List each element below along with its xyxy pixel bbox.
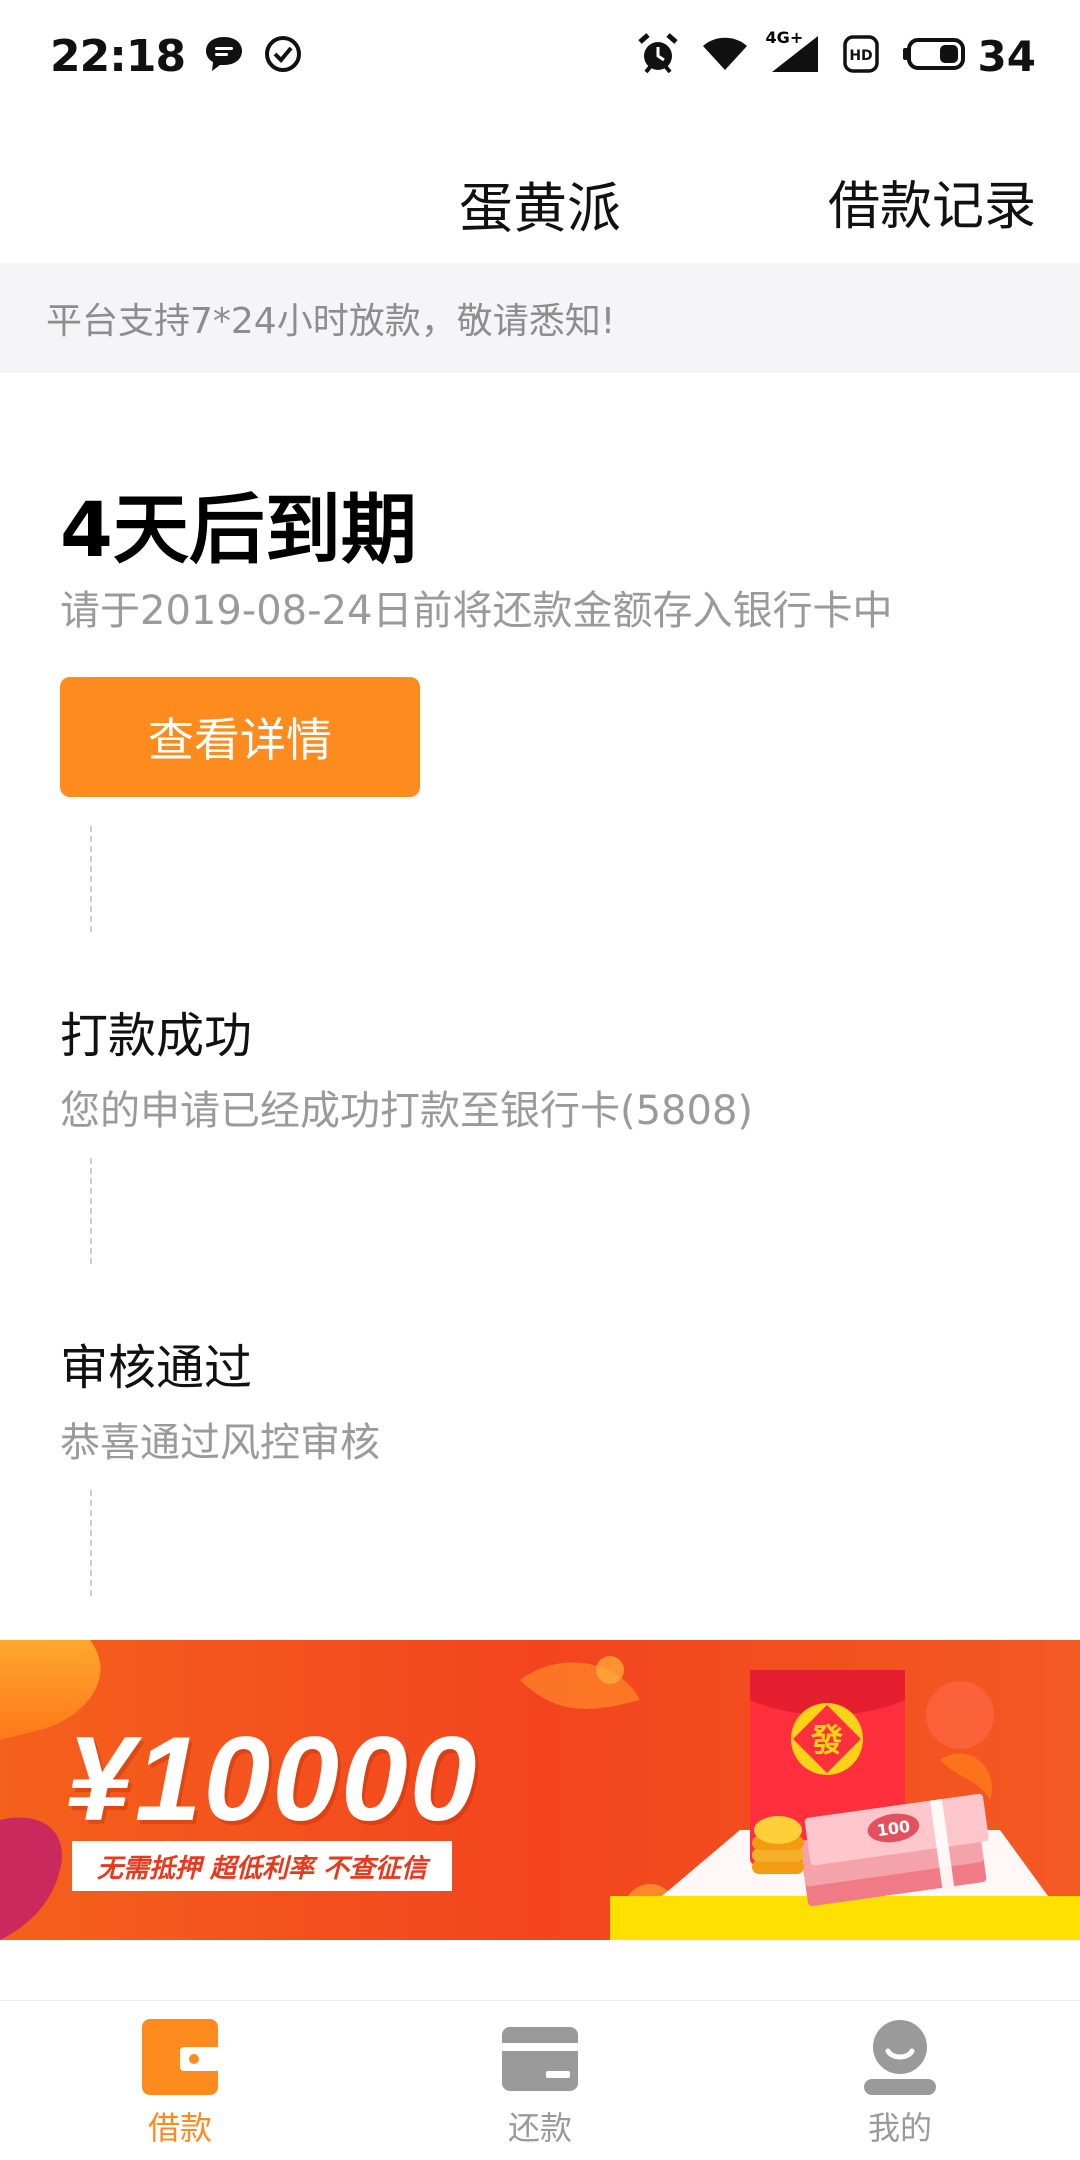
banner-amount: ¥10000 (66, 1712, 479, 1846)
status-left: 22:18 (50, 31, 303, 82)
nav-item-repay[interactable]: 还款 (360, 2001, 720, 2160)
card-icon (500, 2017, 580, 2097)
user-icon (860, 2017, 940, 2097)
hd-icon: HD (842, 34, 880, 78)
status-bar: 22:18 4G+ HD 34 (0, 0, 1080, 112)
coin-stack-icon (752, 1816, 804, 1874)
promo-banner[interactable]: 發 100 ¥10000 无需抵押 超低利率 不查征信 (0, 1640, 1080, 1940)
timeline-connector (90, 1158, 92, 1264)
svg-text:HD: HD (849, 48, 872, 64)
bottom-nav: 借款 还款 我的 (0, 2000, 1080, 2160)
banner-badge: 發 (810, 1721, 843, 1759)
nav-label: 借款 (147, 2109, 212, 2147)
banner-tagline: 无需抵押 超低利率 不查征信 (72, 1841, 452, 1891)
step-title: 打款成功 (60, 1008, 253, 1064)
alarm-icon (636, 32, 680, 80)
step-title: 审核通过 (60, 1340, 253, 1396)
network-label: 4G+ (765, 28, 804, 47)
nav-item-loan[interactable]: 借款 (0, 2001, 360, 2160)
wallet-icon (140, 2017, 220, 2097)
wifi-icon (702, 36, 748, 76)
step-description: 您的申请已经成功打款至银行卡(5808) (60, 1088, 754, 1134)
notice-text: 平台支持7*24小时放款，敬请悉知! (46, 301, 616, 342)
status-time: 22:18 (50, 30, 186, 82)
signal-icon: 4G+ (766, 28, 820, 78)
nav-item-me[interactable]: 我的 (720, 2001, 1080, 2160)
timeline-connector (90, 1490, 92, 1596)
status-right: 4G+ HD 34 (614, 28, 1036, 81)
battery-level: 34 (977, 31, 1036, 81)
check-circle-icon (263, 34, 303, 78)
nav-label: 还款 (507, 2109, 572, 2147)
nav-label: 我的 (867, 2109, 932, 2147)
loan-records-link[interactable]: 借款记录 (828, 164, 1036, 239)
battery-icon (902, 37, 966, 75)
app-header: 蛋黄派 借款记录 (0, 140, 1080, 260)
timeline-connector (90, 826, 92, 932)
view-details-button[interactable]: 查看详情 (60, 677, 420, 797)
notice-bar: 平台支持7*24小时放款，敬请悉知! (0, 263, 1080, 373)
step-description: 恭喜通过风控审核 (60, 1420, 380, 1466)
message-icon (203, 34, 245, 78)
due-description: 请于2019-08-24日前将还款金额存入银行卡中 (60, 588, 893, 634)
due-title: 4天后到期 (60, 485, 417, 574)
